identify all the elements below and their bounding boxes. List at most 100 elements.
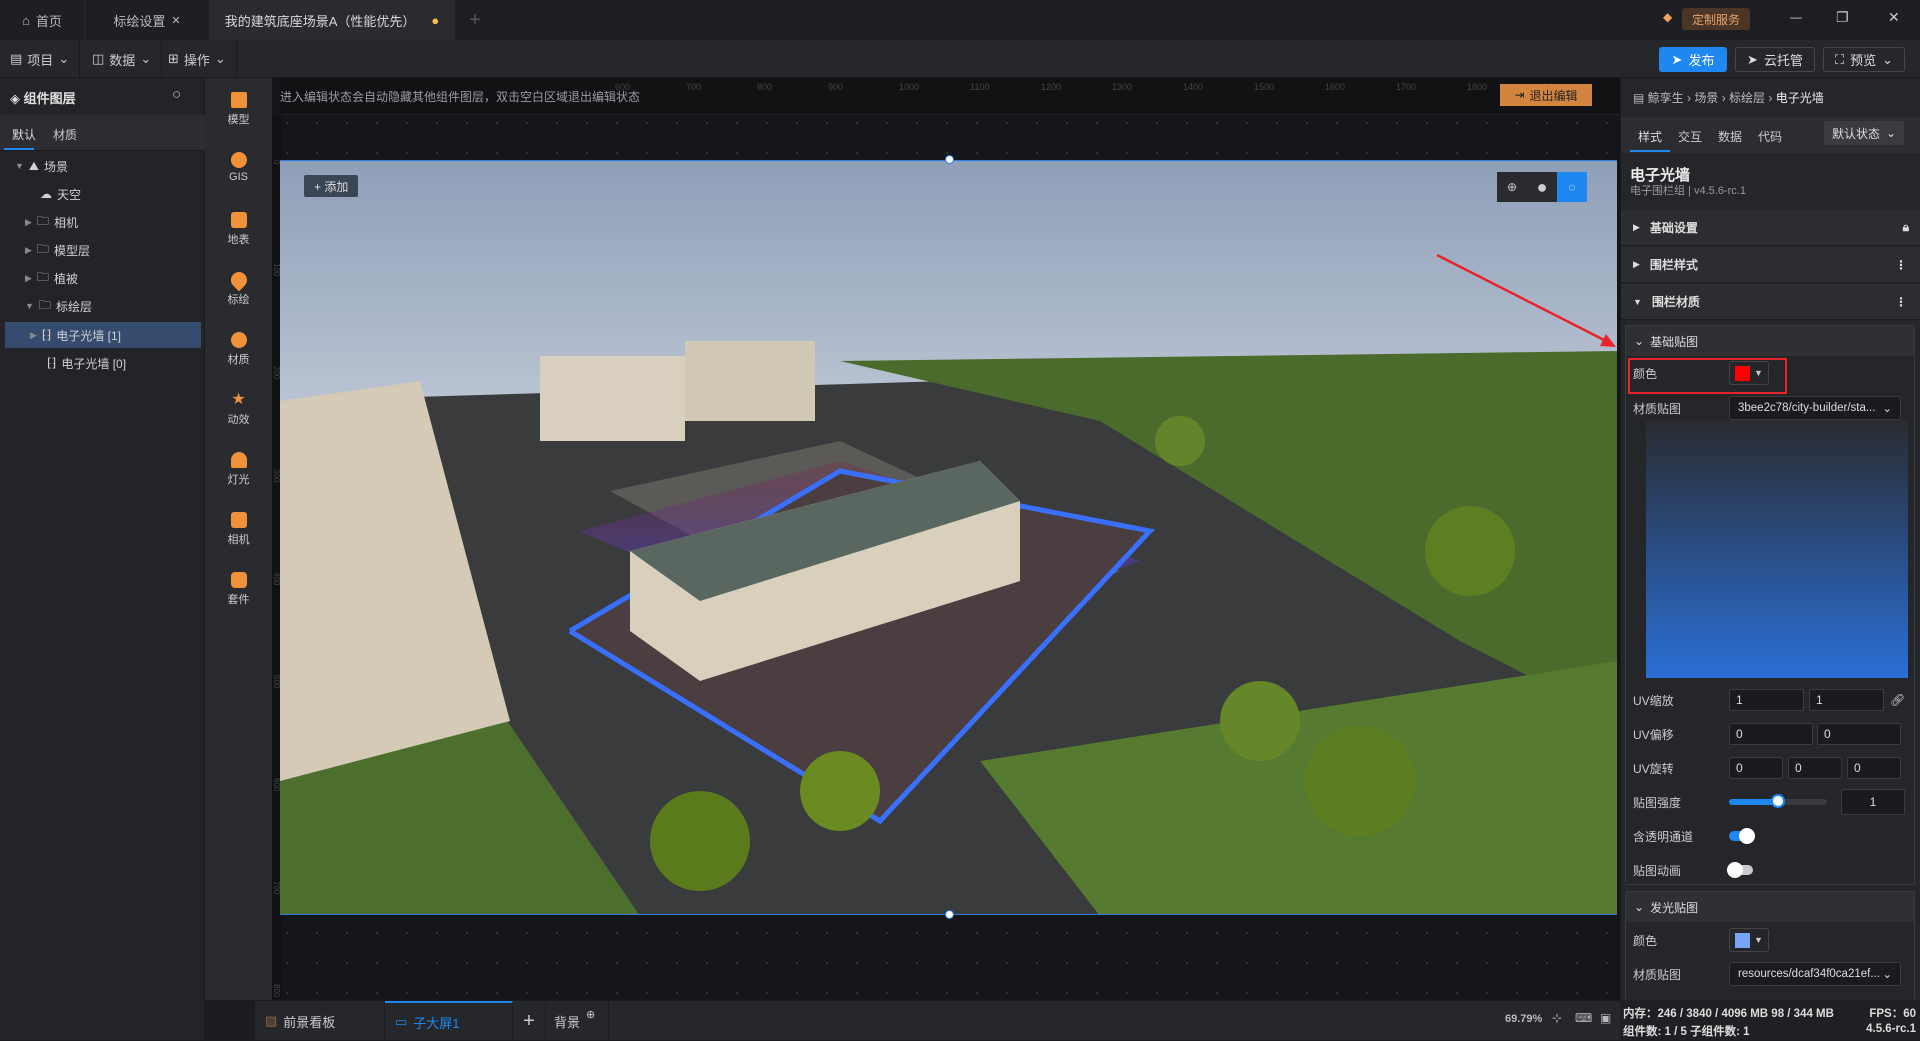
- restore-button[interactable]: ❐: [1836, 9, 1849, 26]
- orbit-icon[interactable]: ◌: [1557, 172, 1587, 202]
- tree-item-vegetation[interactable]: ▶ 🗀 植被: [5, 265, 201, 291]
- tree-item-annotation-layer[interactable]: ▼ 🗀 标绘层: [5, 293, 201, 319]
- caret-down-icon: ▼: [15, 161, 24, 171]
- tree-item-sky[interactable]: ☁ 天空: [5, 181, 201, 207]
- uv-offset-y-input[interactable]: 0: [1817, 723, 1901, 745]
- section-fence-style[interactable]: ▶ 围栏样式 ⋮: [1621, 247, 1920, 283]
- menu-data[interactable]: ◫ 数据 ⌄: [82, 40, 163, 78]
- tab-scene[interactable]: 我的建筑底座场景A（性能优先） ●: [210, 0, 455, 40]
- zoom-level: 69.79%: [1505, 1013, 1543, 1025]
- cloud-hosting-button[interactable]: ➤ 云托管: [1735, 47, 1815, 72]
- alpha-toggle[interactable]: [1729, 828, 1755, 844]
- tab-sub-screen-1[interactable]: ▭ 子大屏1: [385, 1001, 513, 1041]
- add-button[interactable]: + 添加: [304, 175, 359, 197]
- fit-screen-icon[interactable]: ⊹: [1552, 1011, 1562, 1025]
- tool-terrain[interactable]: 地表: [205, 212, 272, 247]
- file-icon: ▤: [10, 51, 23, 66]
- tab-annotation-settings[interactable]: 标绘设置 ✕: [85, 0, 210, 40]
- solid-sphere-icon[interactable]: ●: [1527, 172, 1557, 202]
- tool-material[interactable]: 材质: [205, 332, 272, 367]
- tab-foreground-board[interactable]: ▨ 前景看板: [255, 1001, 385, 1041]
- terminal-icon[interactable]: ▣: [1600, 1011, 1611, 1025]
- more-icon[interactable]: ⋮: [1895, 258, 1907, 272]
- base-texture-select[interactable]: 3bee2c78/city-builder/sta... ⌄: [1729, 396, 1901, 420]
- menu-operate[interactable]: ⊞ 操作 ⌄: [158, 40, 237, 78]
- tool-model[interactable]: 模型: [205, 92, 272, 127]
- link-icon[interactable]: 🔗︎: [1890, 693, 1905, 707]
- preview-button[interactable]: ⛶ 预览 ⌄: [1823, 47, 1905, 72]
- screen-icon: ▭: [395, 1014, 408, 1029]
- tab-interaction[interactable]: 交互: [1678, 128, 1702, 145]
- intensity-input[interactable]: 1: [1841, 789, 1905, 815]
- menu-project[interactable]: ▤ 项目 ⌄: [0, 40, 81, 78]
- tab-material[interactable]: 材质: [53, 126, 77, 143]
- send-icon: ➤: [1747, 51, 1758, 67]
- tab-default[interactable]: 默认: [12, 126, 36, 143]
- tool-kit[interactable]: 套件: [205, 572, 272, 607]
- resize-handle-bottom[interactable]: [945, 910, 954, 919]
- lock-icon[interactable]: 🔒︎: [1903, 220, 1909, 235]
- tool-light[interactable]: 灯光: [205, 452, 272, 487]
- uv-rotate-x-input[interactable]: 0: [1729, 757, 1783, 779]
- memory-usage: 内存：246 / 3840 / 4096 MB 98 / 344 MB: [1623, 1008, 1834, 1020]
- animation-toggle[interactable]: [1727, 862, 1753, 878]
- ruler-label: 1400: [1183, 82, 1204, 92]
- ruler-label: 900: [828, 82, 844, 92]
- publish-button[interactable]: ➤ 发布: [1659, 47, 1727, 72]
- base-map-header[interactable]: ⌄ 基础贴图: [1626, 326, 1914, 356]
- tool-annotation[interactable]: 标绘: [205, 268, 272, 307]
- uv-offset-x-input[interactable]: 0: [1729, 723, 1813, 745]
- state-select[interactable]: 默认状态 ⌄: [1824, 121, 1904, 145]
- uv-scale-y-input[interactable]: 1: [1809, 689, 1884, 711]
- terrain-icon: [230, 212, 247, 228]
- keyboard-icon[interactable]: ⌨: [1575, 1011, 1592, 1025]
- tool-gis[interactable]: GIS: [205, 152, 272, 183]
- close-icon[interactable]: ✕: [171, 14, 180, 27]
- add-circle-icon[interactable]: ⊕: [586, 1008, 595, 1021]
- home-icon: ⌂: [22, 12, 30, 28]
- tree-item-light-wall-0[interactable]: ⁅⁆ 电子光墙 [0]: [5, 350, 201, 376]
- caret-down-icon: ▼: [1754, 935, 1763, 945]
- uv-rotate-z-input[interactable]: 0: [1847, 757, 1901, 779]
- screen-tabs-bar: ▨ 前景看板 ▭ 子大屏1 + 背景 ⊕ 69.79% ⊹ ⌨ ▣: [255, 1000, 1620, 1041]
- tab-code[interactable]: 代码: [1758, 128, 1782, 145]
- chevron-down-icon: ⌄: [1882, 51, 1894, 67]
- globe-view-icon[interactable]: ⊕: [1497, 172, 1527, 202]
- uv-scale-x-input[interactable]: 1: [1729, 689, 1804, 711]
- more-icon[interactable]: ⋮: [1895, 295, 1907, 309]
- emissive-map-header[interactable]: ⌄ 发光贴图: [1626, 892, 1914, 922]
- minimize-button[interactable]: —: [1790, 10, 1802, 24]
- tree-item-camera[interactable]: ▶ 🗀 相机: [5, 209, 201, 235]
- tab-home[interactable]: ⌂ 首页: [0, 0, 85, 40]
- section-basic-settings[interactable]: ▶ 基础设置 🔒︎: [1621, 210, 1920, 246]
- uv-rotate-y-input[interactable]: 0: [1788, 757, 1842, 779]
- tab-style[interactable]: 样式: [1638, 128, 1662, 145]
- tool-effects[interactable]: ★ 动效: [205, 392, 272, 427]
- close-window-button[interactable]: ✕: [1888, 9, 1900, 26]
- folder-icon: 🗀: [36, 269, 49, 284]
- uv-rotate-row: UV旋转 0 0 0: [1629, 753, 1913, 783]
- custom-service-button[interactable]: 定制服务: [1682, 8, 1750, 30]
- emissive-color-picker[interactable]: ▼: [1729, 928, 1769, 952]
- search-icon[interactable]: ○: [172, 86, 181, 103]
- ruler-label: 1700: [1396, 82, 1417, 92]
- tree-item-model-layer[interactable]: ▶ 🗀 模型层: [5, 237, 201, 263]
- new-tab-button[interactable]: +: [455, 0, 495, 40]
- intensity-slider[interactable]: [1729, 794, 1827, 808]
- map-pin-icon: [227, 268, 250, 292]
- tab-background[interactable]: 背景 ⊕: [546, 1001, 609, 1041]
- section-fence-material[interactable]: ▼ 围栏材质 ⋮: [1621, 284, 1920, 320]
- exit-edit-button[interactable]: ⇥ 退出编辑: [1500, 84, 1592, 106]
- tree-item-scene[interactable]: ▼ ⛰ 场景: [5, 153, 201, 179]
- tab-data[interactable]: 数据: [1718, 128, 1742, 145]
- add-screen-button[interactable]: +: [513, 1001, 546, 1041]
- ruler-label: 1600: [1325, 82, 1346, 92]
- tree-item-light-wall-1[interactable]: ▶ ⁅⁆ 电子光墙 [1]: [5, 322, 201, 348]
- 3d-viewport[interactable]: + 添加 ⊕ ● ◌: [280, 160, 1617, 915]
- emissive-texture-select[interactable]: resources/dcaf34f0ca21ef... ⌄: [1729, 962, 1901, 986]
- base-texture-row: 材质贴图 3bee2c78/city-builder/sta... ⌄: [1629, 393, 1913, 423]
- tool-camera[interactable]: 相机: [205, 512, 272, 547]
- resize-handle-top[interactable]: [945, 155, 954, 164]
- main-toolbar: ▤ 项目 ⌄ ◫ 数据 ⌄ ⊞ 操作 ⌄ ➤ 发布 ➤ 云托管 ⛶ 预览 ⌄: [0, 40, 1920, 78]
- slider-thumb[interactable]: [1771, 794, 1785, 808]
